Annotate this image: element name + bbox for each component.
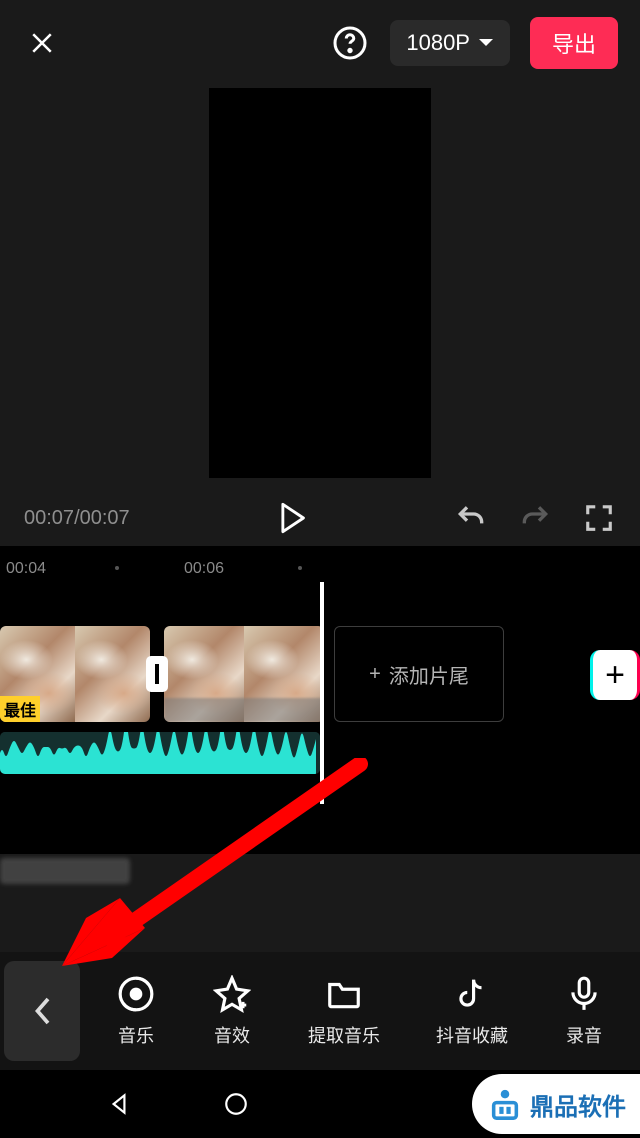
play-icon bbox=[278, 502, 306, 534]
tool-record[interactable]: 录音 bbox=[564, 974, 604, 1048]
plus-icon: + bbox=[605, 656, 625, 695]
toolbar-items: 音乐 音效 提取音乐 抖音收藏 录音 bbox=[80, 974, 640, 1048]
timeline-tracks[interactable]: 最佳 + 添加片尾 + bbox=[0, 594, 640, 854]
tool-extract-music[interactable]: 提取音乐 bbox=[308, 974, 380, 1048]
bottom-toolbar: 音乐 音效 提取音乐 抖音收藏 录音 bbox=[0, 952, 640, 1070]
ruler-dot bbox=[115, 566, 119, 570]
add-ending-button[interactable]: + 添加片尾 bbox=[334, 626, 504, 722]
playhead[interactable] bbox=[320, 582, 324, 804]
chevron-left-icon bbox=[33, 996, 51, 1026]
tool-music[interactable]: 音乐 bbox=[116, 974, 156, 1048]
resolution-selector[interactable]: 1080P bbox=[390, 20, 510, 66]
tool-label: 录音 bbox=[566, 1022, 602, 1048]
fullscreen-icon bbox=[584, 503, 614, 533]
resolution-label: 1080P bbox=[406, 30, 470, 56]
play-button[interactable] bbox=[278, 502, 306, 534]
video-preview[interactable] bbox=[209, 88, 431, 478]
tool-label: 抖音收藏 bbox=[436, 1022, 508, 1048]
video-clip[interactable] bbox=[164, 626, 324, 722]
triangle-back-icon bbox=[106, 1091, 132, 1117]
fullscreen-button[interactable] bbox=[582, 501, 616, 535]
video-clip[interactable]: 最佳 bbox=[0, 626, 150, 722]
tool-label: 音效 bbox=[214, 1022, 250, 1048]
nav-back[interactable] bbox=[106, 1091, 132, 1117]
audio-waveform bbox=[0, 732, 320, 774]
undo-icon bbox=[455, 502, 487, 534]
clip-overlay-text: 最佳 bbox=[0, 696, 40, 722]
add-clip-button[interactable]: + bbox=[590, 650, 640, 700]
close-button[interactable] bbox=[22, 23, 62, 63]
star-icon bbox=[213, 975, 251, 1013]
audio-track[interactable] bbox=[0, 732, 320, 774]
circle-home-icon bbox=[223, 1091, 249, 1117]
folder-icon bbox=[325, 975, 363, 1013]
playback-bar: 00:07/00:07 bbox=[0, 490, 640, 546]
ruler-tick: 00:04 bbox=[6, 560, 46, 578]
transition-button[interactable] bbox=[146, 656, 168, 692]
ruler-dot bbox=[298, 566, 302, 570]
ruler-tick: 00:06 bbox=[184, 560, 224, 578]
redo-icon bbox=[519, 502, 551, 534]
watermark-logo-icon bbox=[488, 1087, 522, 1121]
editor-header: 1080P 导出 bbox=[0, 0, 640, 86]
music-disc-icon bbox=[117, 975, 155, 1013]
timecode: 00:07/00:07 bbox=[24, 507, 130, 530]
tool-label: 音乐 bbox=[118, 1022, 154, 1048]
mic-icon bbox=[565, 975, 603, 1013]
tool-douyin-favorites[interactable]: 抖音收藏 bbox=[436, 974, 508, 1048]
plus-icon: + bbox=[369, 663, 381, 686]
close-icon bbox=[27, 28, 57, 58]
tool-label: 提取音乐 bbox=[308, 1022, 380, 1048]
preview-area bbox=[0, 86, 640, 490]
system-navbar: 鼎品软件 bbox=[0, 1070, 640, 1138]
video-track[interactable]: 最佳 + 添加片尾 bbox=[0, 626, 504, 722]
audio-clip-label bbox=[0, 858, 130, 884]
transition-icon bbox=[155, 664, 159, 684]
help-icon bbox=[332, 25, 368, 61]
export-label: 导出 bbox=[552, 32, 596, 57]
undo-button[interactable] bbox=[454, 501, 488, 535]
help-button[interactable] bbox=[330, 23, 370, 63]
chevron-down-icon bbox=[478, 37, 494, 49]
watermark-badge: 鼎品软件 bbox=[472, 1074, 640, 1134]
export-button[interactable]: 导出 bbox=[530, 17, 618, 69]
toolbar-back-button[interactable] bbox=[4, 961, 80, 1061]
douyin-icon bbox=[453, 975, 491, 1013]
watermark-text: 鼎品软件 bbox=[530, 1087, 626, 1122]
redo-button[interactable] bbox=[518, 501, 552, 535]
tool-sound-effect[interactable]: 音效 bbox=[212, 974, 252, 1048]
add-ending-label: 添加片尾 bbox=[389, 660, 469, 689]
nav-home[interactable] bbox=[223, 1091, 249, 1117]
